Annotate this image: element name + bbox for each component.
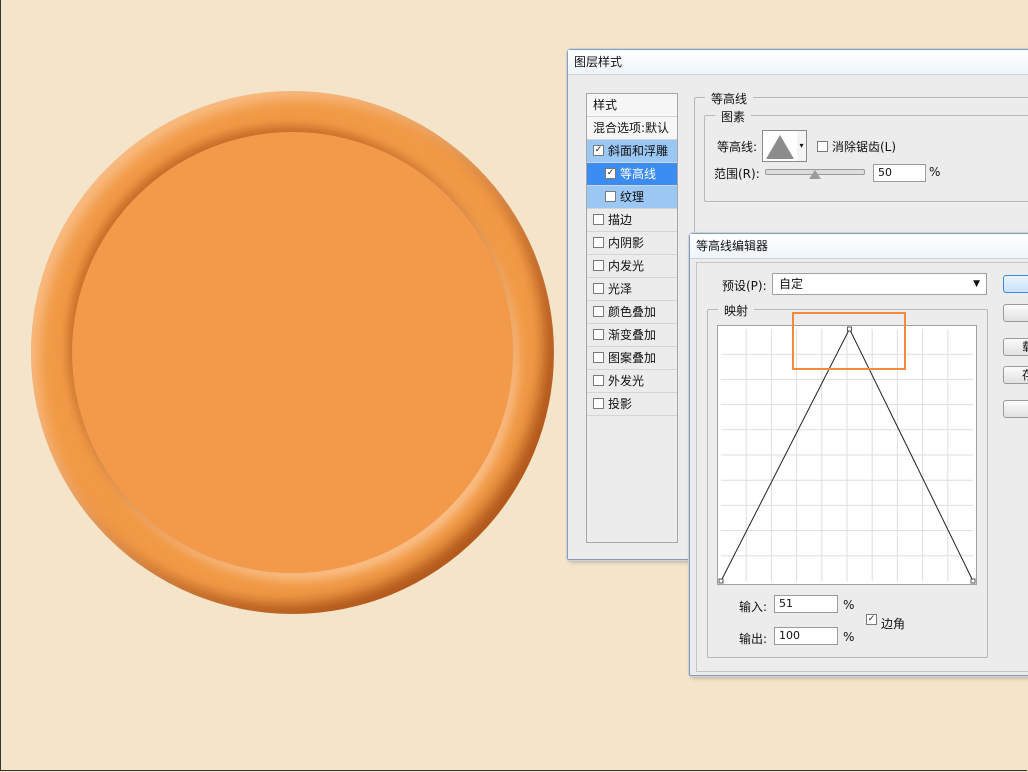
- style-item-outer-glow[interactable]: 外发光: [587, 370, 677, 393]
- input-percent: %: [843, 598, 855, 612]
- preset-label: 预设(P):: [722, 279, 767, 293]
- inner-glow-checkbox[interactable]: [593, 260, 604, 271]
- stroke-checkbox[interactable]: [593, 214, 604, 225]
- output-label: 输出:: [739, 632, 768, 646]
- new-button[interactable]: [1003, 400, 1028, 418]
- input-field[interactable]: 51: [774, 595, 838, 613]
- contour-dropdown-arrow[interactable]: ▾: [797, 130, 807, 162]
- styles-list: 样式 混合选项:默认 ✓ 斜面和浮雕 ✓ 等高线 纹理 描边 内阴影 内发光 光泽 …: [586, 93, 678, 543]
- contour-checkbox[interactable]: ✓: [605, 168, 616, 179]
- anti-alias-checkbox[interactable]: [817, 141, 828, 152]
- curve-point[interactable]: [718, 578, 724, 584]
- preset-select[interactable]: 自定 ▼: [772, 273, 987, 295]
- contour-thumbnail-icon: [766, 135, 794, 159]
- plate-center: [72, 132, 513, 573]
- range-slider-handle[interactable]: [809, 170, 821, 179]
- dialog-title: 图层样式: [574, 55, 623, 69]
- mapping-title: 映射: [718, 302, 755, 319]
- save-button[interactable]: 存: [1003, 366, 1028, 384]
- cancel-button[interactable]: [1003, 304, 1028, 322]
- styles-header[interactable]: 样式: [587, 94, 677, 117]
- texture-checkbox[interactable]: [605, 191, 616, 202]
- output-percent: %: [843, 630, 855, 644]
- style-item-inner-glow[interactable]: 内发光: [587, 255, 677, 278]
- output-field[interactable]: 100: [774, 627, 838, 645]
- load-button[interactable]: 载: [1003, 338, 1028, 356]
- anti-alias-label: 消除锯齿(L): [832, 140, 897, 154]
- satin-checkbox[interactable]: [593, 283, 604, 294]
- contour-editor-titlebar[interactable]: 等高线编辑器: [690, 234, 1028, 259]
- chevron-down-icon: ▼: [973, 279, 980, 289]
- drop-shadow-checkbox[interactable]: [593, 398, 604, 409]
- color-overlay-checkbox[interactable]: [593, 306, 604, 317]
- gradient-overlay-checkbox[interactable]: [593, 329, 604, 340]
- range-unit: %: [929, 165, 941, 179]
- outer-glow-checkbox[interactable]: [593, 375, 604, 386]
- curve-point[interactable]: [970, 578, 976, 584]
- style-item-bevel-emboss[interactable]: ✓ 斜面和浮雕: [587, 140, 677, 163]
- blend-options-item[interactable]: 混合选项:默认: [587, 117, 677, 140]
- style-item-pattern-overlay[interactable]: 图案叠加: [587, 347, 677, 370]
- style-item-color-overlay[interactable]: 颜色叠加: [587, 301, 677, 324]
- style-item-inner-shadow[interactable]: 内阴影: [587, 232, 677, 255]
- layer-style-titlebar[interactable]: 图层样式: [568, 50, 1028, 75]
- contour-label: 等高线:: [717, 140, 758, 154]
- range-label: 范围(R):: [714, 167, 760, 181]
- highlight-box: [792, 312, 906, 370]
- corner-checkbox[interactable]: ✓: [866, 614, 877, 625]
- ok-button[interactable]: [1003, 275, 1028, 293]
- style-item-satin[interactable]: 光泽: [587, 278, 677, 301]
- corner-label: 边角: [881, 617, 906, 631]
- bevel-emboss-checkbox[interactable]: ✓: [593, 145, 604, 156]
- contour-editor-dialog: 等高线编辑器 预设(P): 自定 ▼ 载 存 映射 输入: 51 % ✓ 边角 …: [689, 233, 1028, 676]
- elements-subsection-title: 图素: [715, 108, 752, 125]
- contour-picker[interactable]: [762, 130, 798, 162]
- pattern-overlay-checkbox[interactable]: [593, 352, 604, 363]
- contour-editor-title: 等高线编辑器: [696, 239, 769, 253]
- contour-section-title: 等高线: [705, 90, 754, 107]
- style-item-stroke[interactable]: 描边: [587, 209, 677, 232]
- style-item-contour[interactable]: ✓ 等高线: [587, 163, 677, 186]
- range-input[interactable]: 50: [873, 164, 926, 182]
- style-item-gradient-overlay[interactable]: 渐变叠加: [587, 324, 677, 347]
- elements-subsection: 图素: [704, 108, 1028, 202]
- style-item-texture[interactable]: 纹理: [587, 186, 677, 209]
- inner-shadow-checkbox[interactable]: [593, 237, 604, 248]
- style-item-drop-shadow[interactable]: 投影: [587, 393, 677, 416]
- input-label: 输入:: [739, 600, 768, 614]
